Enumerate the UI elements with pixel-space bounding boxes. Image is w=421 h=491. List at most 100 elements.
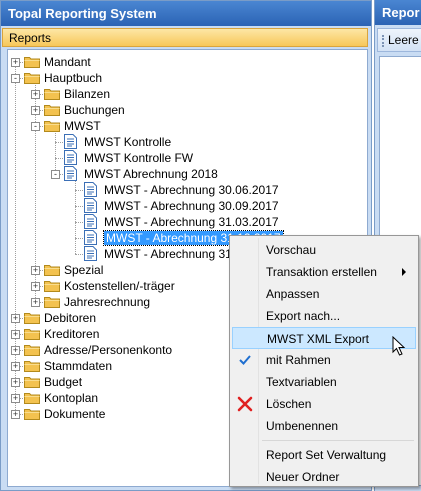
report-document-icon xyxy=(84,198,97,213)
tree-item[interactable]: MWST - Abrechnung 30.09.2017 xyxy=(8,198,363,214)
tree-item[interactable]: + Mandant xyxy=(8,54,363,70)
expand-icon[interactable]: + xyxy=(11,314,20,323)
report-document-icon xyxy=(64,134,77,149)
menu-item-label: Report Set Verwaltung xyxy=(266,448,387,462)
tree-item-label: MWST - Abrechnung 31.03.2017 xyxy=(104,215,279,229)
tree-item-label: MWST - Abrechnung 30.06.2017 xyxy=(104,183,279,197)
mouse-cursor-icon xyxy=(392,336,406,356)
tree-item[interactable]: + Buchungen xyxy=(8,102,363,118)
tree-item-label: Kreditoren xyxy=(44,327,100,341)
folder-icon xyxy=(24,391,40,404)
folder-icon xyxy=(24,71,40,84)
toolbar-grip-icon[interactable] xyxy=(382,35,384,47)
folder-icon xyxy=(24,55,40,68)
expand-icon[interactable]: + xyxy=(31,298,40,307)
expand-icon[interactable]: + xyxy=(11,58,20,67)
expand-icon[interactable]: + xyxy=(11,330,20,339)
tree-item-label: Hauptbuch xyxy=(44,71,103,85)
menu-item-label: Anpassen xyxy=(266,287,320,301)
folder-icon xyxy=(44,295,60,308)
tree-item-label: MWST - Abrechnung 31.1 xyxy=(104,247,242,261)
menu-separator xyxy=(262,440,414,441)
menu-item-report-set-verwaltung[interactable]: Report Set Verwaltung xyxy=(232,444,416,466)
collapse-icon[interactable]: - xyxy=(31,122,40,131)
expand-icon[interactable]: + xyxy=(31,282,40,291)
menu-item-label: Umbenennen xyxy=(266,419,339,433)
tree-item[interactable]: - MWST xyxy=(8,118,363,134)
tree-item-label: Mandant xyxy=(44,55,91,69)
tree-item-label: Buchungen xyxy=(64,103,125,117)
menu-item-label: Löschen xyxy=(266,397,312,411)
tree-item-label: Spezial xyxy=(64,263,104,277)
tree-item[interactable]: - MWST Abrechnung 2018 xyxy=(8,166,363,182)
checkmark-icon xyxy=(235,350,255,370)
report-document-icon xyxy=(84,182,97,197)
folder-icon xyxy=(24,375,40,388)
folder-icon xyxy=(44,279,60,292)
tree-item[interactable]: MWST - Abrechnung 31.03.2017 xyxy=(8,214,363,230)
submenu-arrow-icon xyxy=(402,268,406,276)
tree-item[interactable]: MWST Kontrolle FW xyxy=(8,150,363,166)
menu-item-label: Textvariablen xyxy=(266,375,337,389)
menu-item-vorschau[interactable]: Vorschau xyxy=(232,239,416,261)
menu-item-l-schen[interactable]: Löschen xyxy=(232,393,416,415)
menu-item-export-nach[interactable]: Export nach... xyxy=(232,305,416,327)
expand-icon[interactable]: + xyxy=(11,378,20,387)
folder-icon xyxy=(44,119,60,132)
report-document-icon xyxy=(64,166,77,181)
collapse-icon[interactable]: - xyxy=(11,74,20,83)
menu-item-label: Transaktion erstellen xyxy=(266,265,377,279)
report-document-icon xyxy=(64,150,77,165)
expand-icon[interactable]: + xyxy=(11,410,20,419)
expand-icon[interactable]: + xyxy=(11,346,20,355)
menu-item-label: mit Rahmen xyxy=(266,353,331,367)
tree-item[interactable]: - Hauptbuch xyxy=(8,70,363,86)
collapse-icon[interactable]: - xyxy=(51,170,60,179)
tree-item-label: Dokumente xyxy=(44,407,106,421)
tree-item-label: Budget xyxy=(44,375,83,389)
menu-item-textvariablen[interactable]: Textvariablen xyxy=(232,371,416,393)
folder-icon xyxy=(44,263,60,276)
menu-item-neuer-ordner[interactable]: Neuer Ordner xyxy=(232,466,416,488)
tree-item-label: Bilanzen xyxy=(64,87,111,101)
tree-item-label: Kostenstellen/-träger xyxy=(64,279,175,293)
report-document-icon xyxy=(84,214,97,229)
empty-button[interactable]: Leere xyxy=(388,33,419,47)
tree-item[interactable]: MWST Kontrolle xyxy=(8,134,363,150)
tree-item-label: Adresse/Personenkonto xyxy=(44,343,173,357)
tree-item-label: MWST Kontrolle FW xyxy=(84,151,194,165)
menu-item-transaktion-erstellen[interactable]: Transaktion erstellen xyxy=(232,261,416,283)
reports-panel-header[interactable]: Reports xyxy=(2,28,368,47)
tree-item-label: MWST Abrechnung 2018 xyxy=(84,167,218,181)
delete-x-icon xyxy=(235,394,255,414)
menu-item-label: MWST XML Export xyxy=(267,332,370,346)
folder-icon xyxy=(24,327,40,340)
preview-toolbar: Leere xyxy=(377,28,421,52)
expand-icon[interactable]: + xyxy=(31,90,40,99)
menu-item-umbenennen[interactable]: Umbenennen xyxy=(232,415,416,437)
tree-item[interactable]: MWST - Abrechnung 30.06.2017 xyxy=(8,182,363,198)
tree-item-label: MWST xyxy=(64,119,101,133)
tree-item-label: MWST - Abrechnung 30.09.2017 xyxy=(104,199,279,213)
tree-item-label: Jahresrechnung xyxy=(64,295,151,309)
tree-item-label: MWST Kontrolle xyxy=(84,135,172,149)
folder-icon xyxy=(24,359,40,372)
folder-icon xyxy=(44,87,60,100)
menu-item-label: Neuer Ordner xyxy=(266,470,340,484)
context-menu: Vorschau Transaktion erstellen Anpassen Exp… xyxy=(229,235,419,487)
folder-icon xyxy=(24,311,40,324)
expand-icon[interactable]: + xyxy=(11,394,20,403)
tree-item-label: Debitoren xyxy=(44,311,97,325)
expand-icon[interactable]: + xyxy=(31,266,40,275)
tree-item-label: Kontoplan xyxy=(44,391,99,405)
tree-item[interactable]: + Bilanzen xyxy=(8,86,363,102)
menu-item-mwst-xml-export[interactable]: MWST XML Export xyxy=(232,327,416,349)
folder-icon xyxy=(44,103,60,116)
preview-window-title: Repor xyxy=(375,0,421,25)
folder-icon xyxy=(24,407,40,420)
menu-item-anpassen[interactable]: Anpassen xyxy=(232,283,416,305)
expand-icon[interactable]: + xyxy=(31,106,40,115)
tree-item-label: Stammdaten xyxy=(44,359,113,373)
menu-item-mit-rahmen[interactable]: mit Rahmen xyxy=(232,349,416,371)
expand-icon[interactable]: + xyxy=(11,362,20,371)
